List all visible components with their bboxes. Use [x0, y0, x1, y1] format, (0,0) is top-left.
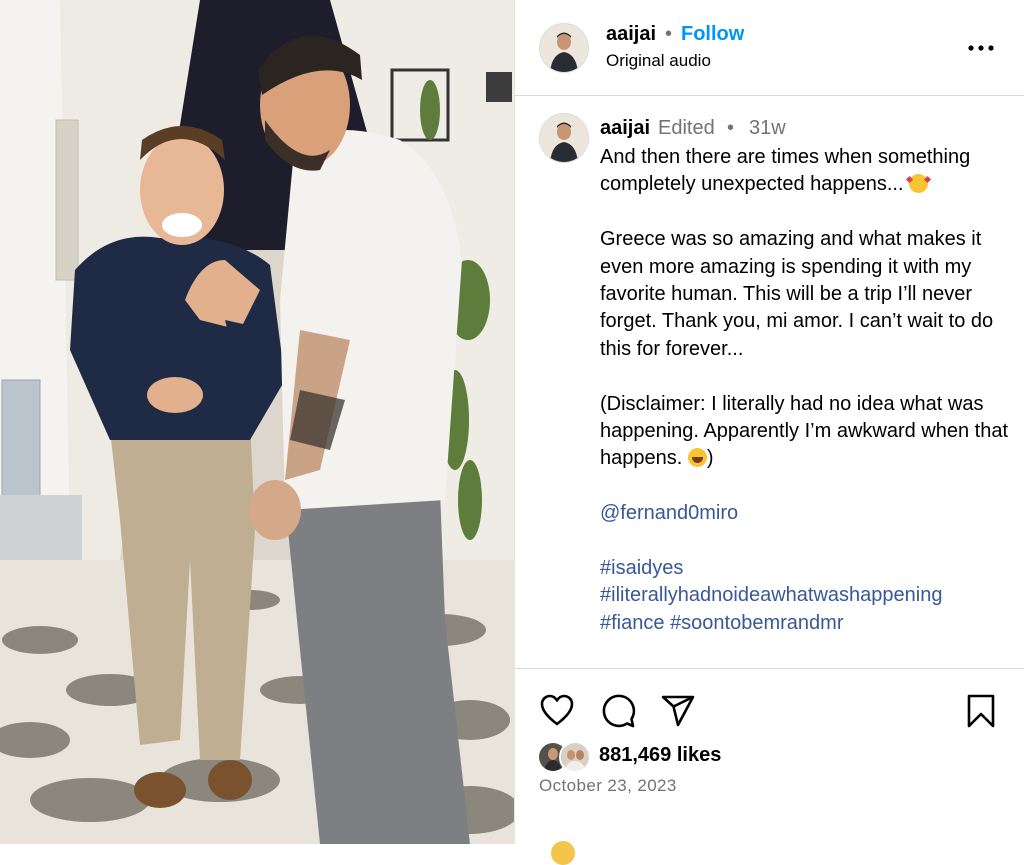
- mention-link[interactable]: @fernand0miro: [600, 500, 738, 527]
- comment-icon: [602, 694, 636, 728]
- more-options-button[interactable]: [965, 36, 997, 60]
- bookmark-icon: [967, 694, 995, 728]
- caption-username[interactable]: aaijai: [600, 117, 650, 140]
- hashtag-link[interactable]: #iliterallyhadnoideawhatwashappening: [600, 582, 942, 609]
- caption-separator-dot: •: [727, 117, 735, 139]
- post-date[interactable]: October 23, 2023: [539, 776, 677, 796]
- smiling-face-with-hearts-icon: [909, 174, 929, 194]
- edited-label: Edited: [658, 117, 715, 139]
- caption-paragraph-3: (Disclaimer: I literally had no idea wha…: [600, 391, 1010, 473]
- likes-count[interactable]: 881,469 likes: [599, 744, 721, 767]
- hashtag-link[interactable]: #fiance: [600, 610, 665, 637]
- caption-author-avatar[interactable]: [539, 113, 589, 163]
- author-username[interactable]: aaijai: [606, 23, 656, 46]
- caption-paragraph-2: Greece was so amazing and what makes it …: [600, 228, 994, 360]
- liker-avatars[interactable]: [537, 741, 593, 773]
- share-icon: [661, 695, 695, 727]
- caption-text: ): [706, 447, 714, 470]
- more-icon: [968, 45, 994, 51]
- heart-icon: [540, 694, 574, 726]
- post-side-panel: aaijai • Follow Original audio aaijai Ed…: [514, 0, 1024, 865]
- post-header: aaijai • Follow Original audio: [515, 0, 1024, 96]
- save-button[interactable]: [963, 693, 999, 729]
- caption-text: (Disclaimer: I literally had no idea wha…: [600, 392, 1009, 470]
- like-button[interactable]: [539, 693, 575, 729]
- comment-button[interactable]: [600, 693, 636, 729]
- emoji-picker-icon[interactable]: [551, 841, 575, 865]
- post-media[interactable]: [0, 0, 514, 844]
- caption-paragraph-1: And then there are times when something …: [600, 144, 1010, 199]
- post-caption: And then there are times when something …: [600, 144, 1010, 637]
- hashtag-link[interactable]: #isaidyes: [600, 555, 683, 582]
- face-with-tears-of-joy-icon: [687, 448, 707, 468]
- liker-avatar: [559, 741, 591, 773]
- share-button[interactable]: [660, 693, 696, 729]
- caption-timestamp[interactable]: 31w: [749, 117, 786, 140]
- post-photo: [0, 0, 514, 844]
- comments-section: aaijai Edited • 31w And then there are t…: [515, 96, 1024, 668]
- hashtag-link[interactable]: #soontobemrandmr: [670, 610, 843, 637]
- follow-button[interactable]: Follow: [681, 23, 744, 46]
- post-actions: 881,469 likes October 23, 2023: [515, 668, 1024, 865]
- author-avatar[interactable]: [539, 23, 589, 73]
- header-separator-dot: •: [665, 23, 673, 45]
- original-audio-link[interactable]: Original audio: [606, 51, 711, 71]
